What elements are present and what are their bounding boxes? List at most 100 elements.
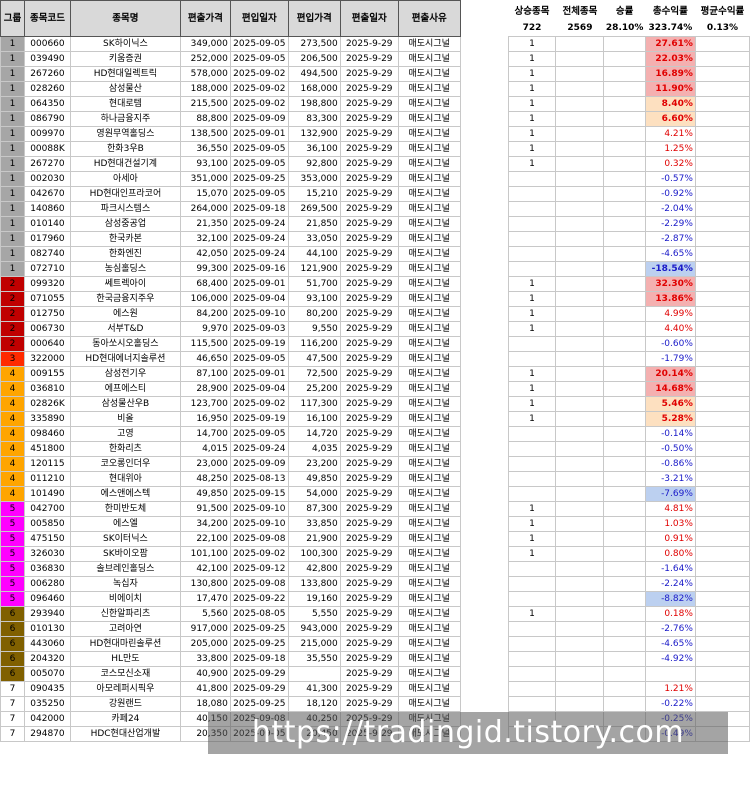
group-cell[interactable]: 1: [0, 81, 25, 97]
name-cell[interactable]: 한국카본: [69, 231, 181, 247]
up-flag-cell[interactable]: [507, 231, 557, 247]
avg-return-cell[interactable]: [694, 561, 750, 577]
reason-cell[interactable]: 매도시그널: [397, 606, 461, 622]
return-cell[interactable]: -2.04%: [644, 201, 696, 217]
up-flag-cell[interactable]: [507, 651, 557, 667]
price-in-cell[interactable]: 123,700: [179, 396, 231, 412]
avg-return-cell[interactable]: [694, 696, 750, 712]
group-cell[interactable]: 4: [0, 366, 25, 382]
price-out-cell[interactable]: 121,900: [287, 261, 341, 277]
reason-cell[interactable]: 매도시그널: [397, 636, 461, 652]
name-cell[interactable]: 코오롱인더우: [69, 456, 181, 472]
return-cell[interactable]: -0.86%: [644, 456, 696, 472]
winrate-cell[interactable]: [603, 576, 646, 592]
group-cell[interactable]: 4: [0, 381, 25, 397]
avg-return-cell[interactable]: [694, 156, 750, 172]
return-cell[interactable]: -1.79%: [644, 351, 696, 367]
total-flag-cell[interactable]: [555, 456, 605, 472]
price-out-cell[interactable]: 132,900: [287, 126, 341, 142]
table-row[interactable]: 2 099320 쎄트렉아이 68,400 2025-09-01 51,700 2025-9…: [0, 276, 750, 292]
date-in-cell[interactable]: 2025-09-19: [229, 411, 289, 427]
price-in-cell[interactable]: 33,800: [179, 651, 231, 667]
table-row[interactable]: 1 140860 파크시스템스 264,000 2025-09-18 269,500 202…: [0, 201, 750, 217]
avg-return-cell[interactable]: [694, 111, 750, 127]
total-flag-cell[interactable]: [555, 141, 605, 157]
price-in-cell[interactable]: 4,015: [179, 441, 231, 457]
winrate-cell[interactable]: [603, 186, 646, 202]
return-cell[interactable]: 22.03%: [644, 51, 696, 67]
name-cell[interactable]: 비올: [69, 411, 181, 427]
return-cell[interactable]: 11.90%: [644, 81, 696, 97]
reason-cell[interactable]: 매도시그널: [397, 666, 461, 682]
date-out-cell[interactable]: 2025-9-29: [339, 276, 399, 292]
header-date-in[interactable]: 편입일자: [229, 0, 289, 37]
price-in-cell[interactable]: 351,000: [179, 171, 231, 187]
group-cell[interactable]: 7: [0, 681, 25, 697]
code-cell[interactable]: 267270: [23, 156, 71, 172]
up-flag-cell[interactable]: 1: [507, 81, 557, 97]
date-in-cell[interactable]: 2025-09-05: [229, 186, 289, 202]
price-in-cell[interactable]: 138,500: [179, 126, 231, 142]
up-flag-cell[interactable]: [507, 456, 557, 472]
code-cell[interactable]: 009155: [23, 366, 71, 382]
avg-return-cell[interactable]: [694, 216, 750, 232]
name-cell[interactable]: SK이터닉스: [69, 531, 181, 547]
return-cell[interactable]: -1.64%: [644, 561, 696, 577]
total-flag-cell[interactable]: [555, 621, 605, 637]
price-out-cell[interactable]: 16,100: [287, 411, 341, 427]
table-row[interactable]: 1 028260 삼성물산 188,000 2025-09-02 168,000 2025-…: [0, 81, 750, 97]
table-row[interactable]: 4 101490 에스앤에스텍 49,850 2025-09-15 54,000 2025-…: [0, 486, 750, 502]
winrate-cell[interactable]: [603, 351, 646, 367]
winrate-cell[interactable]: [603, 681, 646, 697]
code-cell[interactable]: 072710: [23, 261, 71, 277]
up-flag-cell[interactable]: [507, 186, 557, 202]
up-flag-cell[interactable]: 1: [507, 291, 557, 307]
winrate-cell[interactable]: [603, 591, 646, 607]
total-flag-cell[interactable]: [555, 171, 605, 187]
price-in-cell[interactable]: 115,500: [179, 336, 231, 352]
name-cell[interactable]: 신한알파리츠: [69, 606, 181, 622]
date-in-cell[interactable]: 2025-09-08: [229, 576, 289, 592]
reason-cell[interactable]: 매도시그널: [397, 396, 461, 412]
price-out-cell[interactable]: 14,720: [287, 426, 341, 442]
name-cell[interactable]: 현대로템: [69, 96, 181, 112]
date-in-cell[interactable]: 2025-09-19: [229, 336, 289, 352]
return-cell[interactable]: -4.65%: [644, 246, 696, 262]
reason-cell[interactable]: 매도시그널: [397, 561, 461, 577]
total-flag-cell[interactable]: [555, 441, 605, 457]
reason-cell[interactable]: 매도시그널: [397, 576, 461, 592]
price-out-cell[interactable]: 494,500: [287, 66, 341, 82]
avg-return-cell[interactable]: [694, 681, 750, 697]
return-cell[interactable]: -4.65%: [644, 636, 696, 652]
avg-return-cell[interactable]: [694, 636, 750, 652]
group-cell[interactable]: 4: [0, 456, 25, 472]
price-in-cell[interactable]: 15,070: [179, 186, 231, 202]
date-out-cell[interactable]: 2025-9-29: [339, 411, 399, 427]
date-out-cell[interactable]: 2025-9-29: [339, 156, 399, 172]
name-cell[interactable]: 에스앤에스텍: [69, 486, 181, 502]
group-cell[interactable]: 1: [0, 186, 25, 202]
avg-return-cell[interactable]: [694, 81, 750, 97]
header-name[interactable]: 종목명: [69, 0, 181, 37]
name-cell[interactable]: 비에이치: [69, 591, 181, 607]
date-out-cell[interactable]: 2025-9-29: [339, 561, 399, 577]
price-out-cell[interactable]: 4,035: [287, 441, 341, 457]
avg-return-cell[interactable]: [694, 366, 750, 382]
name-cell[interactable]: HD현대마린솔루션: [69, 636, 181, 652]
winrate-cell[interactable]: [603, 381, 646, 397]
group-cell[interactable]: 4: [0, 411, 25, 427]
avg-return-cell[interactable]: [694, 306, 750, 322]
date-in-cell[interactable]: 2025-09-05: [229, 36, 289, 52]
table-row[interactable]: 4 02826K 삼성물산우B 123,700 2025-09-02 117,300 202…: [0, 396, 750, 412]
group-cell[interactable]: 5: [0, 501, 25, 517]
price-out-cell[interactable]: 15,210: [287, 186, 341, 202]
avg-return-cell[interactable]: [694, 66, 750, 82]
date-out-cell[interactable]: 2025-9-29: [339, 141, 399, 157]
total-flag-cell[interactable]: [555, 111, 605, 127]
header-date-out[interactable]: 편출일자: [339, 0, 399, 37]
up-flag-cell[interactable]: [507, 471, 557, 487]
avg-return-cell[interactable]: [694, 666, 750, 682]
avg-return-cell[interactable]: [694, 621, 750, 637]
name-cell[interactable]: 삼성물산: [69, 81, 181, 97]
date-in-cell[interactable]: 2025-09-09: [229, 111, 289, 127]
